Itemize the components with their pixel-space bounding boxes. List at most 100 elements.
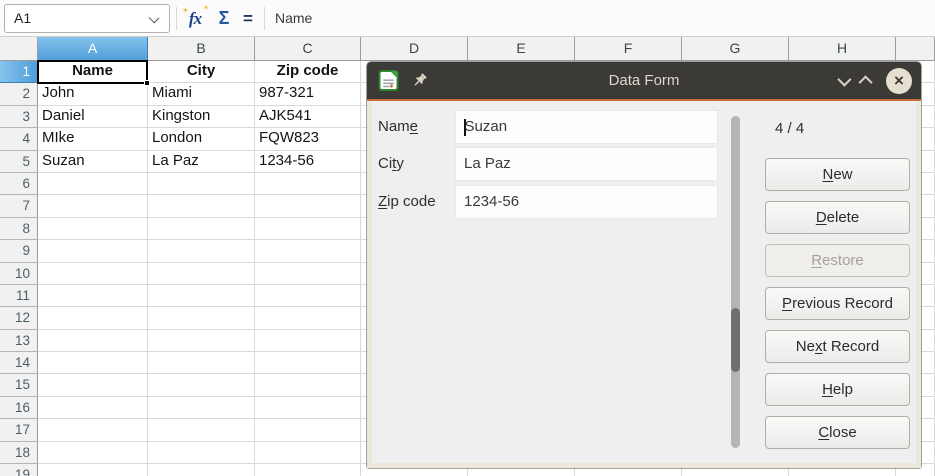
cell[interactable] bbox=[148, 464, 255, 476]
row-header-17[interactable]: 17 bbox=[0, 419, 38, 441]
cell[interactable] bbox=[148, 397, 255, 419]
sum-button[interactable]: Σ bbox=[212, 0, 236, 37]
cell[interactable]: MIke bbox=[38, 128, 148, 150]
row-header-9[interactable]: 9 bbox=[0, 240, 38, 262]
cell[interactable] bbox=[38, 374, 148, 396]
cell[interactable] bbox=[255, 285, 361, 307]
cell[interactable] bbox=[38, 352, 148, 374]
row-header-8[interactable]: 8 bbox=[0, 218, 38, 240]
column-header-H[interactable]: H bbox=[789, 37, 896, 61]
close-button[interactable]: Close bbox=[765, 416, 910, 449]
formula-input-line[interactable]: Name bbox=[275, 0, 312, 36]
name-box[interactable]: A1 bbox=[4, 4, 170, 33]
select-all-corner[interactable] bbox=[0, 37, 38, 61]
name-input[interactable]: Suzan bbox=[455, 110, 718, 144]
pin-icon[interactable] bbox=[411, 72, 428, 89]
cell[interactable]: Kingston bbox=[148, 106, 255, 128]
row-header-15[interactable]: 15 bbox=[0, 374, 38, 396]
cell[interactable] bbox=[38, 330, 148, 352]
cell[interactable] bbox=[148, 285, 255, 307]
cell[interactable] bbox=[38, 419, 148, 441]
cell[interactable] bbox=[255, 397, 361, 419]
row-header-16[interactable]: 16 bbox=[0, 397, 38, 419]
cell[interactable] bbox=[148, 442, 255, 464]
cell[interactable] bbox=[38, 263, 148, 285]
cell[interactable] bbox=[38, 195, 148, 217]
cell[interactable] bbox=[255, 442, 361, 464]
cell[interactable] bbox=[38, 397, 148, 419]
cell[interactable]: AJK541 bbox=[255, 106, 361, 128]
cell[interactable] bbox=[38, 442, 148, 464]
cell[interactable] bbox=[255, 330, 361, 352]
cell[interactable] bbox=[255, 240, 361, 262]
cell[interactable] bbox=[148, 374, 255, 396]
cell[interactable]: La Paz bbox=[148, 151, 255, 173]
cell[interactable] bbox=[38, 285, 148, 307]
row-header-12[interactable]: 12 bbox=[0, 307, 38, 329]
column-header-B[interactable]: B bbox=[148, 37, 255, 61]
column-header-G[interactable]: G bbox=[682, 37, 789, 61]
delete-button[interactable]: Delete bbox=[765, 201, 910, 234]
row-header-4[interactable]: 4 bbox=[0, 128, 38, 150]
column-header-C[interactable]: C bbox=[255, 37, 361, 61]
previous-record-button[interactable]: Previous Record bbox=[765, 287, 910, 320]
row-header-11[interactable]: 11 bbox=[0, 285, 38, 307]
cell[interactable] bbox=[255, 352, 361, 374]
row-header-19[interactable]: 19 bbox=[0, 464, 38, 476]
city-input[interactable]: La Paz bbox=[455, 147, 718, 181]
cell[interactable] bbox=[38, 218, 148, 240]
row-header-6[interactable]: 6 bbox=[0, 173, 38, 195]
row-header-7[interactable]: 7 bbox=[0, 195, 38, 217]
column-header-E[interactable]: E bbox=[468, 37, 575, 61]
cell[interactable] bbox=[148, 330, 255, 352]
row-header-13[interactable]: 13 bbox=[0, 330, 38, 352]
cell[interactable] bbox=[255, 263, 361, 285]
row-header-10[interactable]: 10 bbox=[0, 263, 38, 285]
column-header-D[interactable]: D bbox=[361, 37, 468, 61]
cell[interactable] bbox=[148, 352, 255, 374]
cell[interactable] bbox=[255, 195, 361, 217]
cell[interactable]: Name bbox=[38, 61, 148, 83]
cell[interactable] bbox=[148, 195, 255, 217]
cell[interactable] bbox=[38, 173, 148, 195]
next-record-button[interactable]: Next Record bbox=[765, 330, 910, 363]
formula-button[interactable]: = bbox=[238, 0, 258, 37]
help-button[interactable]: Help bbox=[765, 373, 910, 406]
row-header-1[interactable]: 1 bbox=[0, 61, 38, 83]
cell[interactable] bbox=[255, 218, 361, 240]
cell[interactable] bbox=[148, 240, 255, 262]
cell[interactable] bbox=[148, 263, 255, 285]
row-header-5[interactable]: 5 bbox=[0, 151, 38, 173]
cell[interactable] bbox=[38, 240, 148, 262]
cell[interactable] bbox=[148, 173, 255, 195]
cell[interactable] bbox=[148, 419, 255, 441]
cell[interactable] bbox=[255, 307, 361, 329]
cell[interactable]: Miami bbox=[148, 83, 255, 105]
cell[interactable]: 1234-56 bbox=[255, 151, 361, 173]
cell[interactable] bbox=[38, 464, 148, 476]
cell[interactable] bbox=[255, 419, 361, 441]
cell[interactable]: John bbox=[38, 83, 148, 105]
cell[interactable] bbox=[255, 374, 361, 396]
row-header-2[interactable]: 2 bbox=[0, 83, 38, 105]
cell[interactable]: City bbox=[148, 61, 255, 83]
cell[interactable] bbox=[148, 218, 255, 240]
row-header-14[interactable]: 14 bbox=[0, 352, 38, 374]
function-wizard-button[interactable]: fx ✶ ✶ bbox=[181, 0, 209, 37]
cell[interactable]: 987-321 bbox=[255, 83, 361, 105]
name-box-dropdown-icon[interactable] bbox=[149, 13, 160, 24]
row-header-3[interactable]: 3 bbox=[0, 106, 38, 128]
cell[interactable] bbox=[255, 173, 361, 195]
row-header-18[interactable]: 18 bbox=[0, 442, 38, 464]
column-header-F[interactable]: F bbox=[575, 37, 682, 61]
zip-code-input[interactable]: 1234-56 bbox=[455, 185, 718, 219]
cell[interactable]: Suzan bbox=[38, 151, 148, 173]
column-header-partial[interactable] bbox=[896, 37, 935, 61]
cell[interactable]: FQW823 bbox=[255, 128, 361, 150]
cell[interactable]: London bbox=[148, 128, 255, 150]
new-button[interactable]: New bbox=[765, 158, 910, 191]
record-scrollbar[interactable] bbox=[731, 116, 740, 448]
record-scrollbar-thumb[interactable] bbox=[731, 308, 740, 372]
cell[interactable] bbox=[148, 307, 255, 329]
cell[interactable]: Zip code bbox=[255, 61, 361, 83]
